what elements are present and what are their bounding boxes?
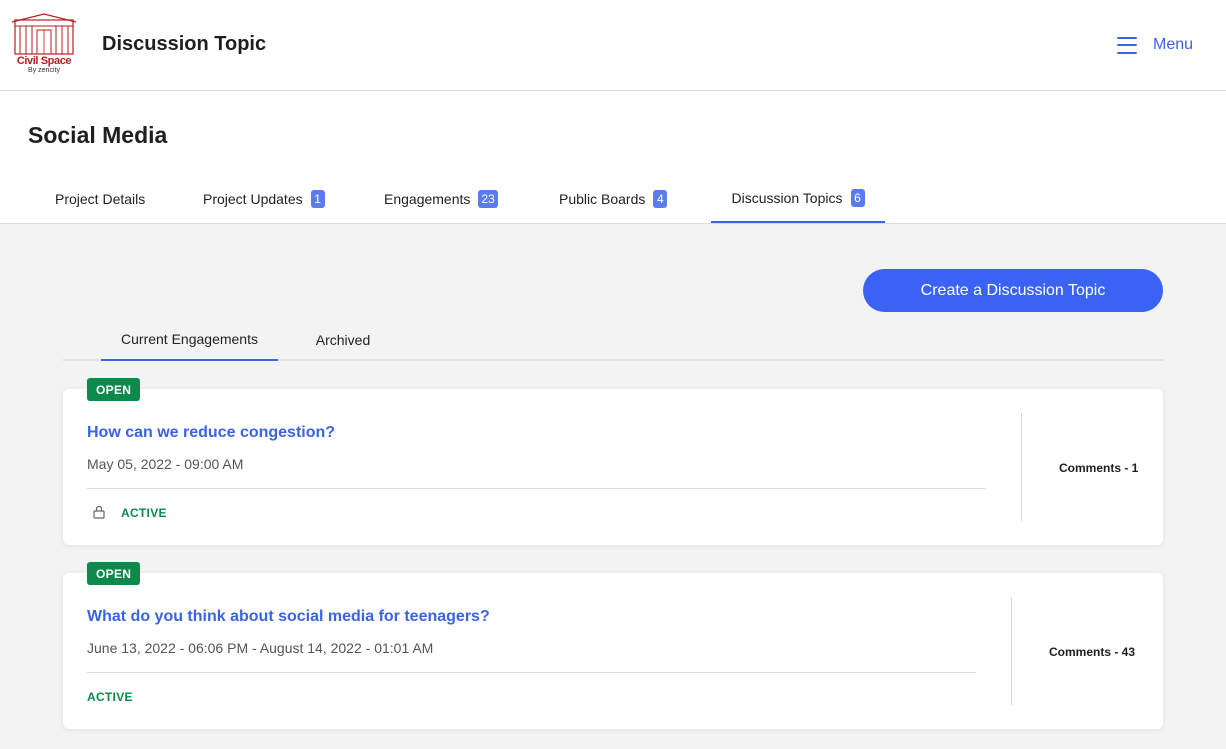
status-badge: OPEN — [87, 562, 141, 585]
topic-date: June 13, 2022 - 06:06 PM - August 14, 20… — [87, 640, 434, 656]
status-badge: OPEN — [87, 378, 141, 401]
topic-date: May 05, 2022 - 09:00 AM — [87, 456, 244, 472]
tab-engagements[interactable]: Engagements 23 — [384, 174, 498, 223]
comments-count: Comments - 1 — [1059, 461, 1139, 475]
topic-card: How can we reduce congestion? May 05, 20… — [63, 389, 1163, 545]
card-divider — [87, 488, 986, 489]
count-badge: 6 — [850, 188, 865, 207]
create-discussion-topic-button[interactable]: Create a Discussion Topic — [863, 269, 1163, 312]
state-label: ACTIVE — [87, 690, 133, 704]
tab-label: Project Details — [55, 190, 146, 207]
tab-label: Public Boards — [559, 190, 646, 207]
engagement-subtabs: Current Engagements Archived — [63, 318, 1163, 361]
menu-label: Menu — [1153, 36, 1194, 53]
tab-project-updates[interactable]: Project Updates 1 — [203, 174, 325, 223]
card-divider — [87, 672, 976, 673]
subtab-current-engagements[interactable]: Current Engagements — [101, 318, 278, 361]
project-header: Social Media Project Details Project Upd… — [0, 91, 1226, 224]
tab-label: Discussion Topics — [731, 189, 843, 206]
lock-icon — [93, 505, 105, 519]
civil-space-logo[interactable]: Civil Space By zencity — [11, 12, 77, 78]
state-label: ACTIVE — [121, 506, 167, 520]
logo-building-icon — [11, 13, 77, 55]
topic-title-link[interactable]: How can we reduce congestion? — [87, 424, 335, 442]
tab-project-details[interactable]: Project Details — [55, 174, 145, 223]
subtab-archived[interactable]: Archived — [298, 318, 388, 361]
subtab-label: Current Engagements — [121, 330, 258, 347]
subtab-label: Archived — [315, 331, 371, 348]
count-badge: 4 — [653, 189, 668, 208]
card-separator — [1011, 597, 1012, 705]
card-separator — [1021, 413, 1022, 521]
tab-public-boards[interactable]: Public Boards 4 — [559, 174, 668, 223]
topic-title-link[interactable]: What do you think about social media for… — [87, 608, 490, 626]
top-bar: Civil Space By zencity Discussion Topic … — [0, 0, 1226, 91]
count-badge: 1 — [310, 189, 325, 208]
project-tabs: Project Details Project Updates 1 Engage… — [0, 174, 1226, 224]
hamburger-icon — [1117, 36, 1137, 54]
tab-discussion-topics[interactable]: Discussion Topics 6 — [711, 174, 885, 223]
logo-wordmark: Civil Space — [16, 55, 72, 67]
tab-label: Project Updates — [203, 190, 303, 207]
project-title: Social Media — [28, 122, 168, 148]
count-badge: 23 — [478, 189, 498, 208]
tab-label: Engagements — [384, 190, 471, 207]
menu-button[interactable]: Menu — [1117, 34, 1193, 56]
comments-count: Comments - 43 — [1049, 645, 1136, 659]
topic-card: What do you think about social media for… — [63, 573, 1163, 729]
logo-subtext: By zencity — [28, 67, 60, 74]
page-title: Discussion Topic — [102, 33, 267, 55]
